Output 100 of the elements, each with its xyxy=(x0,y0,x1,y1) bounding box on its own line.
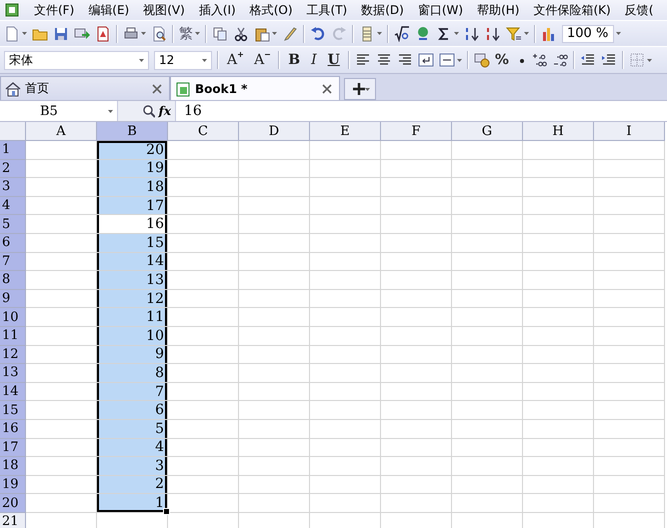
menu-item[interactable]: 工具(T) xyxy=(306,2,348,18)
row-header[interactable]: 17 xyxy=(0,438,26,458)
row-header[interactable]: 4 xyxy=(0,196,26,216)
underline-button[interactable]: U xyxy=(324,52,343,68)
column-header[interactable]: C xyxy=(168,122,239,141)
wrap-text-icon[interactable] xyxy=(418,52,434,68)
caret-icon[interactable] xyxy=(364,88,370,90)
print-preview-icon[interactable] xyxy=(151,26,167,42)
column-header[interactable]: I xyxy=(594,122,665,141)
italic-button[interactable]: I xyxy=(308,52,320,68)
traditional-chinese-button[interactable]: 繁 xyxy=(179,24,193,42)
row-header[interactable]: 18 xyxy=(0,457,26,476)
new-tab-button[interactable] xyxy=(344,78,376,100)
grow-font-button[interactable]: A xyxy=(224,52,246,68)
fill-handle[interactable] xyxy=(163,508,170,515)
column-header[interactable]: A xyxy=(26,122,97,141)
row-header[interactable]: 10 xyxy=(0,308,26,327)
row-header[interactable]: 2 xyxy=(0,160,26,178)
row-header[interactable]: 5 xyxy=(0,215,26,234)
percent-button[interactable]: % xyxy=(494,52,509,68)
table-cell xyxy=(168,494,239,513)
currency-icon[interactable] xyxy=(474,52,490,68)
row-header[interactable]: 16 xyxy=(0,420,26,438)
spreadsheet-app-icon[interactable] xyxy=(4,2,20,18)
row-header[interactable]: 3 xyxy=(0,178,26,197)
menu-item[interactable]: 格式(O) xyxy=(250,2,293,18)
column-header[interactable]: E xyxy=(310,122,381,141)
zoom-field[interactable]: 100 % xyxy=(562,24,614,42)
new-document-icon[interactable] xyxy=(4,26,20,42)
menu-item[interactable]: 反馈( xyxy=(624,2,654,18)
table-cell: 2 xyxy=(97,476,168,494)
column-header[interactable]: G xyxy=(452,122,523,141)
print-icon[interactable] xyxy=(123,26,139,42)
row-header[interactable]: 12 xyxy=(0,346,26,364)
row-header[interactable]: 8 xyxy=(0,271,26,290)
table-cell xyxy=(594,326,665,346)
row-header[interactable]: 7 xyxy=(0,252,26,272)
chart-icon[interactable] xyxy=(541,26,557,42)
table-cell xyxy=(523,252,594,272)
table-cell xyxy=(168,252,239,272)
mail-send-icon[interactable] xyxy=(74,26,90,42)
table-cell xyxy=(452,476,523,494)
table-cell: 17 xyxy=(97,196,168,216)
row-header[interactable]: 19 xyxy=(0,476,26,494)
pdf-export-icon[interactable] xyxy=(95,26,111,42)
sort-descending-icon[interactable] xyxy=(485,26,501,42)
workbook-icon[interactable] xyxy=(175,80,191,96)
increase-decimal-icon[interactable] xyxy=(530,52,547,68)
table-cell xyxy=(452,215,523,234)
row-header[interactable]: 6 xyxy=(0,234,26,253)
merge-cells-icon[interactable] xyxy=(438,52,455,68)
column-header[interactable]: F xyxy=(381,122,452,141)
row-header[interactable]: 14 xyxy=(0,382,26,402)
table-cell xyxy=(452,326,523,346)
paste-icon[interactable] xyxy=(254,26,270,42)
formula-input[interactable]: 16 xyxy=(176,103,202,119)
plus-icon xyxy=(238,52,244,57)
sort-ascending-icon[interactable] xyxy=(464,26,480,42)
row-header[interactable]: 1 xyxy=(0,141,26,160)
plus-icon[interactable] xyxy=(350,81,364,97)
column-header[interactable]: B xyxy=(97,122,168,141)
filter-icon[interactable] xyxy=(506,26,522,42)
insert-function-button[interactable]: fx xyxy=(158,104,171,118)
shrink-font-button[interactable]: A xyxy=(251,52,274,68)
bold-button[interactable]: B xyxy=(285,52,304,68)
menu-item[interactable]: 视图(V) xyxy=(143,2,185,18)
tab[interactable]: 首页 xyxy=(0,76,170,100)
table-cell xyxy=(239,271,310,290)
copy-icon[interactable] xyxy=(212,26,228,42)
menu-item[interactable]: 窗口(W) xyxy=(418,2,464,18)
table-cell xyxy=(381,290,452,308)
home-icon[interactable] xyxy=(5,80,21,96)
row-header[interactable]: 11 xyxy=(0,326,26,346)
save-icon[interactable] xyxy=(53,26,69,42)
table-cell xyxy=(168,420,239,438)
table-cell: 19 xyxy=(97,160,168,178)
menu-item[interactable]: 文件(F) xyxy=(34,2,74,18)
undo-icon[interactable] xyxy=(310,26,326,42)
table-cell: 4 xyxy=(97,438,168,458)
row-header[interactable]: 20 xyxy=(0,494,26,513)
menu-item[interactable]: 帮助(H) xyxy=(477,2,520,18)
row-header[interactable]: 13 xyxy=(0,364,26,383)
table-cell xyxy=(168,476,239,494)
font-size-field[interactable]: 12 xyxy=(154,50,212,70)
column-header[interactable]: H xyxy=(523,122,594,141)
column-header[interactable]: D xyxy=(239,122,310,141)
menu-item[interactable]: 插入(I) xyxy=(198,2,236,18)
row-header[interactable]: 15 xyxy=(0,401,26,420)
row-header[interactable]: 21 xyxy=(0,512,26,528)
scissors-icon[interactable] xyxy=(233,26,249,42)
font-field[interactable]: 宋体 xyxy=(4,50,149,70)
formula-icon[interactable] xyxy=(394,26,410,42)
row-header[interactable]: 9 xyxy=(0,290,26,308)
tab[interactable]: Book1 * xyxy=(170,76,340,100)
zoom-icon[interactable] xyxy=(140,103,155,119)
menu-item[interactable]: 数据(D) xyxy=(361,2,404,18)
menu-item[interactable]: 文件保险箱(K) xyxy=(533,2,611,18)
menu-item[interactable]: 编辑(E) xyxy=(88,2,130,18)
table-cell: 3 xyxy=(97,457,168,476)
decrease-decimal-icon[interactable] xyxy=(552,52,568,68)
